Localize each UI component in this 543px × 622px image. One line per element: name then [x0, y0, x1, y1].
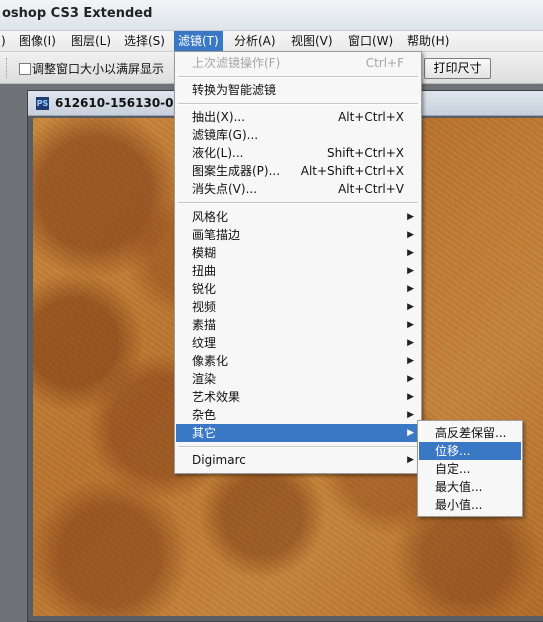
- window-title: oshop CS3 Extended: [2, 6, 153, 21]
- menu-item-label: 艺术效果: [192, 390, 241, 404]
- menu-item-shortcut: Alt+Ctrl+V: [338, 182, 404, 196]
- menu-item-label: 滤镜库(G)...: [192, 128, 259, 142]
- menu-separator: [178, 446, 418, 448]
- menu-item-noise[interactable]: 杂色 ▶: [176, 406, 420, 424]
- submenu-item-label: 自定...: [435, 462, 471, 476]
- menu-item-last-filter: 上次滤镜操作(F) Ctrl+F: [176, 54, 420, 72]
- menu-item-label: 杂色: [192, 408, 217, 422]
- menu-item-filter-gallery[interactable]: 滤镜库(G)...: [176, 126, 420, 144]
- menu-item-label: 上次滤镜操作(F): [192, 56, 281, 70]
- resize-windows-label[interactable]: 调整窗口大小以满屏显示: [32, 60, 164, 77]
- triangle-right-icon: ▶: [407, 455, 414, 465]
- document-title: 612610-156130-00: [55, 96, 182, 110]
- menu-item-brush-strokes[interactable]: 画笔描边 ▶: [176, 226, 420, 244]
- menu-separator: [178, 76, 418, 78]
- menu-item-label: 视频: [192, 300, 217, 314]
- menu-item-shortcut: Shift+Ctrl+X: [327, 146, 404, 160]
- menu-item-shortcut: Alt+Ctrl+X: [338, 110, 404, 124]
- triangle-right-icon: ▶: [407, 410, 414, 420]
- menu-item-texture[interactable]: 纹理 ▶: [176, 334, 420, 352]
- menu-item-video[interactable]: 视频 ▶: [176, 298, 420, 316]
- menu-item-label: Digimarc: [192, 453, 246, 467]
- menu-item-distort[interactable]: 扭曲 ▶: [176, 262, 420, 280]
- triangle-right-icon: ▶: [407, 266, 414, 276]
- menu-help[interactable]: 帮助(H): [403, 31, 453, 51]
- menu-edit-fragment[interactable]: ): [0, 31, 10, 51]
- submenu-item-custom[interactable]: 自定...: [419, 460, 521, 478]
- menu-item-label: 风格化: [192, 210, 229, 224]
- submenu-item-offset[interactable]: 位移...: [419, 442, 521, 460]
- menu-item-label: 其它: [192, 426, 217, 440]
- menu-item-pixelate[interactable]: 像素化 ▶: [176, 352, 420, 370]
- triangle-right-icon: ▶: [407, 248, 414, 258]
- menu-filter[interactable]: 滤镜(T): [174, 31, 223, 51]
- menu-item-label: 像素化: [192, 354, 229, 368]
- photoshop-file-icon: PS: [36, 97, 49, 110]
- menu-window[interactable]: 窗口(W): [344, 31, 397, 51]
- menu-item-digimarc[interactable]: Digimarc ▶: [176, 451, 420, 469]
- menu-item-label: 模糊: [192, 246, 217, 260]
- filter-menu: 上次滤镜操作(F) Ctrl+F 转换为智能滤镜 抽出(X)... Alt+Ct…: [174, 51, 422, 474]
- triangle-right-icon: ▶: [407, 212, 414, 222]
- menu-bar: ) 图像(I) 图层(L) 选择(S) 滤镜(T) 分析(A) 视图(V) 窗口…: [0, 31, 543, 52]
- menu-item-render[interactable]: 渲染 ▶: [176, 370, 420, 388]
- submenu-item-maximum[interactable]: 最大值...: [419, 478, 521, 496]
- menu-item-label: 抽出(X)...: [192, 110, 246, 124]
- menu-item-other[interactable]: 其它 ▶: [176, 424, 420, 442]
- triangle-right-icon: ▶: [407, 374, 414, 384]
- triangle-right-icon: ▶: [407, 356, 414, 366]
- menu-analysis[interactable]: 分析(A): [230, 31, 280, 51]
- resize-windows-checkbox[interactable]: [19, 63, 31, 75]
- menu-select[interactable]: 选择(S): [120, 31, 169, 51]
- other-submenu: 高反差保留... 位移... 自定... 最大值... 最小值...: [417, 420, 523, 517]
- menu-item-label: 图案生成器(P)...: [192, 164, 281, 178]
- menu-item-stylize[interactable]: 风格化 ▶: [176, 208, 420, 226]
- triangle-right-icon: ▶: [407, 392, 414, 402]
- triangle-right-icon: ▶: [407, 302, 414, 312]
- menu-item-shortcut: Ctrl+F: [365, 56, 404, 70]
- menu-item-label: 锐化: [192, 282, 217, 296]
- submenu-item-label: 位移...: [435, 444, 471, 458]
- submenu-item-label: 最小值...: [435, 498, 483, 512]
- menu-image[interactable]: 图像(I): [15, 31, 60, 51]
- menu-item-artistic[interactable]: 艺术效果 ▶: [176, 388, 420, 406]
- triangle-right-icon: ▶: [407, 338, 414, 348]
- menu-item-sketch[interactable]: 素描 ▶: [176, 316, 420, 334]
- triangle-right-icon: ▶: [407, 230, 414, 240]
- menu-item-blur[interactable]: 模糊 ▶: [176, 244, 420, 262]
- menu-item-label: 纹理: [192, 336, 217, 350]
- triangle-right-icon: ▶: [407, 284, 414, 294]
- menu-item-label: 素描: [192, 318, 217, 332]
- menu-item-label: 液化(L)...: [192, 146, 244, 160]
- submenu-item-label: 高反差保留...: [435, 426, 507, 440]
- menu-item-liquify[interactable]: 液化(L)... Shift+Ctrl+X: [176, 144, 420, 162]
- triangle-right-icon: ▶: [407, 428, 414, 438]
- window-title-bar: oshop CS3 Extended: [0, 0, 543, 31]
- print-size-button[interactable]: 打印尺寸: [424, 58, 491, 79]
- menu-item-label: 画笔描边: [192, 228, 241, 242]
- options-bar-grip[interactable]: [6, 58, 11, 78]
- menu-layer[interactable]: 图层(L): [67, 31, 115, 51]
- menu-item-vanishing-point[interactable]: 消失点(V)... Alt+Ctrl+V: [176, 180, 420, 198]
- submenu-item-high-pass[interactable]: 高反差保留...: [419, 424, 521, 442]
- menu-item-shortcut: Alt+Shift+Ctrl+X: [300, 164, 404, 178]
- menu-separator: [178, 103, 418, 105]
- menu-item-label: 消失点(V)...: [192, 182, 258, 196]
- menu-item-label: 转换为智能滤镜: [192, 83, 277, 97]
- submenu-item-minimum[interactable]: 最小值...: [419, 496, 521, 514]
- menu-item-sharpen[interactable]: 锐化 ▶: [176, 280, 420, 298]
- menu-item-pattern-maker[interactable]: 图案生成器(P)... Alt+Shift+Ctrl+X: [176, 162, 420, 180]
- menu-separator: [178, 202, 418, 204]
- triangle-right-icon: ▶: [407, 320, 414, 330]
- menu-item-extract[interactable]: 抽出(X)... Alt+Ctrl+X: [176, 108, 420, 126]
- menu-item-label: 扭曲: [192, 264, 217, 278]
- menu-view[interactable]: 视图(V): [287, 31, 337, 51]
- menu-item-label: 渲染: [192, 372, 217, 386]
- menu-item-convert-smart-filter[interactable]: 转换为智能滤镜: [176, 81, 420, 99]
- submenu-item-label: 最大值...: [435, 480, 483, 494]
